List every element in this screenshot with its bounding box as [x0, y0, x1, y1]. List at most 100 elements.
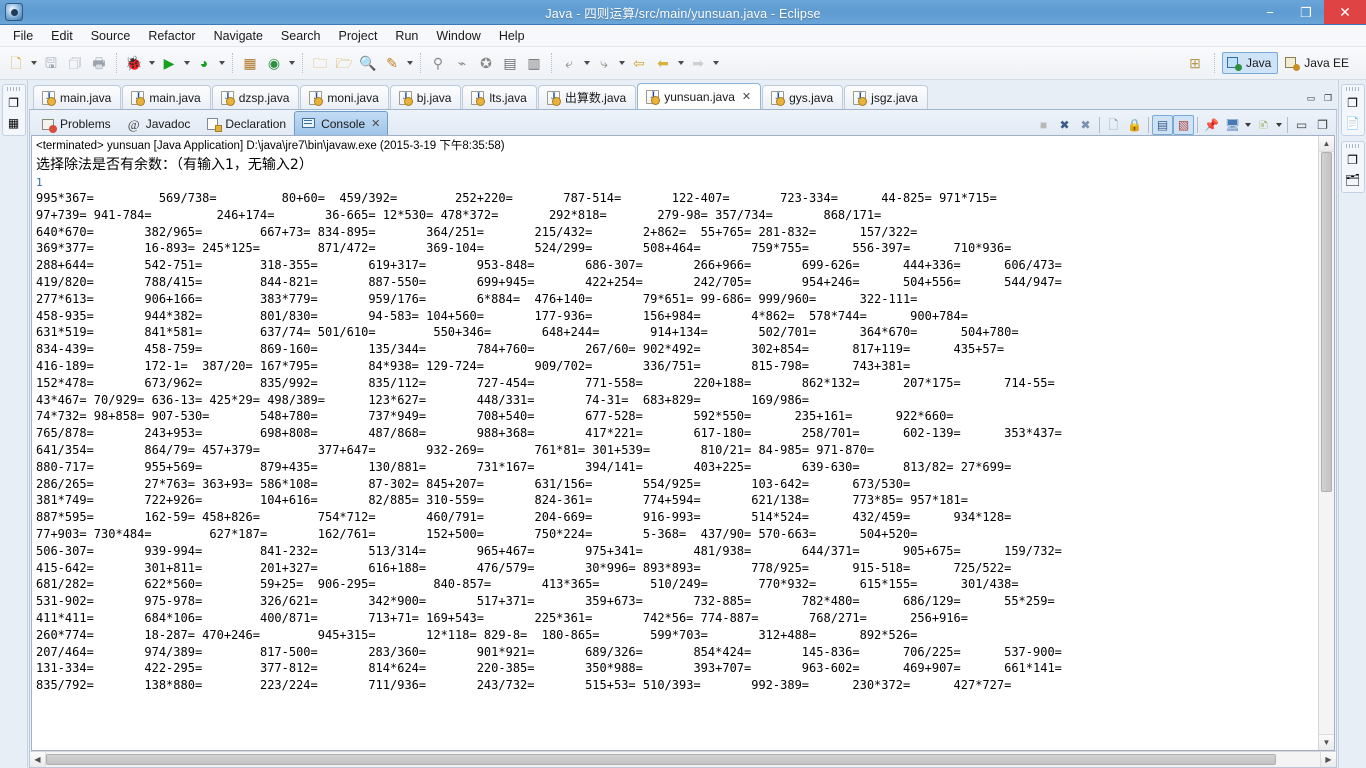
- previous-edit-location-dropdown-arrow[interactable]: [581, 51, 592, 75]
- console-horizontal-scrollbar[interactable]: ◀ ▶: [30, 751, 1336, 767]
- package-explorer-icon[interactable]: ▦: [5, 114, 23, 132]
- editor-tab-moni-java[interactable]: moni.java: [300, 85, 389, 109]
- restore-hierarchy-icon[interactable]: ❐: [1344, 151, 1362, 169]
- horizontal-scroll-thumb[interactable]: [46, 754, 1276, 765]
- console-text[interactable]: <terminated> yunsuan [Java Application] …: [32, 136, 1318, 750]
- terminate-button[interactable]: ■: [1033, 115, 1054, 135]
- remove-launch-button[interactable]: ✖: [1054, 115, 1075, 135]
- minimize-view-button[interactable]: ▭: [1291, 115, 1312, 135]
- maximize-editor-button[interactable]: ❐: [1321, 91, 1335, 105]
- save-button[interactable]: 🖫: [39, 51, 63, 75]
- open-console-button[interactable]: 🗈: [1253, 115, 1274, 135]
- run-dropdown-arrow[interactable]: [181, 51, 192, 75]
- remove-all-terminated-button[interactable]: ✖: [1075, 115, 1096, 135]
- minimize-window-button[interactable]: −: [1252, 0, 1288, 24]
- debug-dropdown-arrow[interactable]: [146, 51, 157, 75]
- vertical-scroll-thumb[interactable]: [1321, 152, 1332, 492]
- new-java-package-button[interactable]: ▦: [238, 51, 262, 75]
- menu-item-run[interactable]: Run: [386, 26, 427, 46]
- show-view-button[interactable]: ▥: [522, 51, 546, 75]
- menu-item-source[interactable]: Source: [82, 26, 140, 46]
- debug-button[interactable]: 🐞: [122, 51, 146, 75]
- back-arrow-button[interactable]: ⬅: [651, 51, 675, 75]
- restore-outline-icon[interactable]: ❐: [1344, 94, 1362, 112]
- run-button[interactable]: ▶: [157, 51, 181, 75]
- minimize-editor-button[interactable]: ▭: [1304, 91, 1318, 105]
- new-java-class-button[interactable]: ◉: [262, 51, 286, 75]
- horizontal-scroll-track[interactable]: [46, 752, 1320, 767]
- editor-tab-yunsuan-java[interactable]: yunsuan.java ✕: [637, 83, 762, 109]
- editor-tab-lts-java[interactable]: lts.java: [462, 85, 537, 109]
- scroll-up-button[interactable]: ▲: [1319, 136, 1334, 152]
- fast-view-grip[interactable]: [1345, 144, 1360, 148]
- next-edit-location-dropdown-arrow[interactable]: [616, 51, 627, 75]
- menu-item-edit[interactable]: Edit: [42, 26, 82, 46]
- next-annotation-button[interactable]: ✎: [380, 51, 404, 75]
- vertical-scroll-track[interactable]: [1319, 152, 1334, 734]
- save-all-button[interactable]: 🗇: [63, 51, 87, 75]
- menu-item-project[interactable]: Project: [330, 26, 387, 46]
- editor-tab-bj-java[interactable]: bj.java: [389, 85, 462, 109]
- restore-package-explorer-icon[interactable]: ❐: [5, 94, 23, 112]
- type-hierarchy-icon[interactable]: 🗂: [1344, 171, 1362, 189]
- editor-tab-dzsp-java[interactable]: dzsp.java: [211, 85, 300, 109]
- pin-console-button[interactable]: 📌: [1201, 115, 1222, 135]
- maximize-window-button[interactable]: ❐: [1288, 0, 1324, 24]
- editor-tab-main-java[interactable]: main.java: [33, 85, 122, 109]
- open-type-button[interactable]: 🗀: [308, 51, 332, 75]
- maximize-view-button[interactable]: ❐: [1312, 115, 1333, 135]
- run-external-tools-dropdown-arrow[interactable]: [216, 51, 227, 75]
- scroll-left-button[interactable]: ◀: [30, 752, 46, 767]
- editor-tab-main-java[interactable]: main.java: [122, 85, 211, 109]
- back-arrow-dropdown-arrow[interactable]: [675, 51, 686, 75]
- menu-item-search[interactable]: Search: [272, 26, 330, 46]
- display-selected-console-button[interactable]: 🖥: [1222, 115, 1243, 135]
- view-tab-javadoc[interactable]: @ Javadoc: [119, 113, 199, 135]
- perspective-java-ee[interactable]: Java EE: [1280, 52, 1356, 74]
- open-task-button[interactable]: 🗁: [332, 51, 356, 75]
- console-vertical-scrollbar[interactable]: ▲ ▼: [1318, 136, 1334, 750]
- editor-tab-gys-java[interactable]: gys.java: [762, 85, 844, 109]
- editor-tab-close-icon[interactable]: ✕: [742, 90, 751, 103]
- editor-tab-jsgz-java[interactable]: jsgz.java: [844, 85, 928, 109]
- fast-view-grip[interactable]: [1345, 87, 1360, 91]
- menu-item-window[interactable]: Window: [427, 26, 489, 46]
- back-history-button[interactable]: ⇦: [627, 51, 651, 75]
- view-tab-problems[interactable]: Problems: [33, 113, 119, 135]
- new-wizard-button[interactable]: 🗋: [4, 51, 28, 75]
- forward-arrow-button[interactable]: ➡: [686, 51, 710, 75]
- new-java-class-dropdown-arrow[interactable]: [286, 51, 297, 75]
- new-wizard-dropdown-arrow[interactable]: [28, 51, 39, 75]
- display-selected-console-dropdown-arrow[interactable]: [1243, 115, 1253, 135]
- lock-scroll-button[interactable]: 🔒: [1124, 115, 1145, 135]
- clear-console-button[interactable]: 🗋: [1103, 115, 1124, 135]
- next-annotation-dropdown-arrow[interactable]: [404, 51, 415, 75]
- run-external-tools-button[interactable]: ◕: [192, 51, 216, 75]
- perspective-java[interactable]: Java: [1221, 52, 1279, 74]
- open-console-dropdown-arrow[interactable]: [1274, 115, 1284, 135]
- toggle-mark-occurrences-button[interactable]: ⚲: [426, 51, 450, 75]
- view-tab-close-icon[interactable]: ✕: [371, 117, 380, 130]
- print-button[interactable]: 🖶: [87, 51, 111, 75]
- open-perspective-list-button[interactable]: ▤: [498, 51, 522, 75]
- document-outline-icon[interactable]: 📄: [1344, 114, 1362, 132]
- menu-item-refactor[interactable]: Refactor: [139, 26, 204, 46]
- menu-item-file[interactable]: File: [4, 26, 42, 46]
- view-tab-console[interactable]: Console ✕: [294, 111, 389, 135]
- open-perspective-button[interactable]: ⊞: [1183, 51, 1207, 75]
- coverage-button[interactable]: ✪: [474, 51, 498, 75]
- scroll-down-button[interactable]: ▼: [1319, 734, 1334, 750]
- search-button[interactable]: 🔍: [356, 51, 380, 75]
- scroll-right-button[interactable]: ▶: [1320, 752, 1336, 767]
- close-window-button[interactable]: ✕: [1324, 0, 1366, 24]
- show-console-on-error-button[interactable]: ▧: [1173, 115, 1194, 135]
- skip-all-breakpoints-button[interactable]: ⌁: [450, 51, 474, 75]
- menu-item-navigate[interactable]: Navigate: [205, 26, 272, 46]
- menu-item-help[interactable]: Help: [490, 26, 534, 46]
- fast-view-grip[interactable]: [6, 87, 21, 91]
- next-edit-location-button[interactable]: ⤷: [592, 51, 616, 75]
- scroll-lock-button[interactable]: ▤: [1152, 115, 1173, 135]
- view-tab-declaration[interactable]: Declaration: [198, 113, 294, 135]
- forward-arrow-dropdown-arrow[interactable]: [710, 51, 721, 75]
- previous-edit-location-button[interactable]: ⤶: [557, 51, 581, 75]
